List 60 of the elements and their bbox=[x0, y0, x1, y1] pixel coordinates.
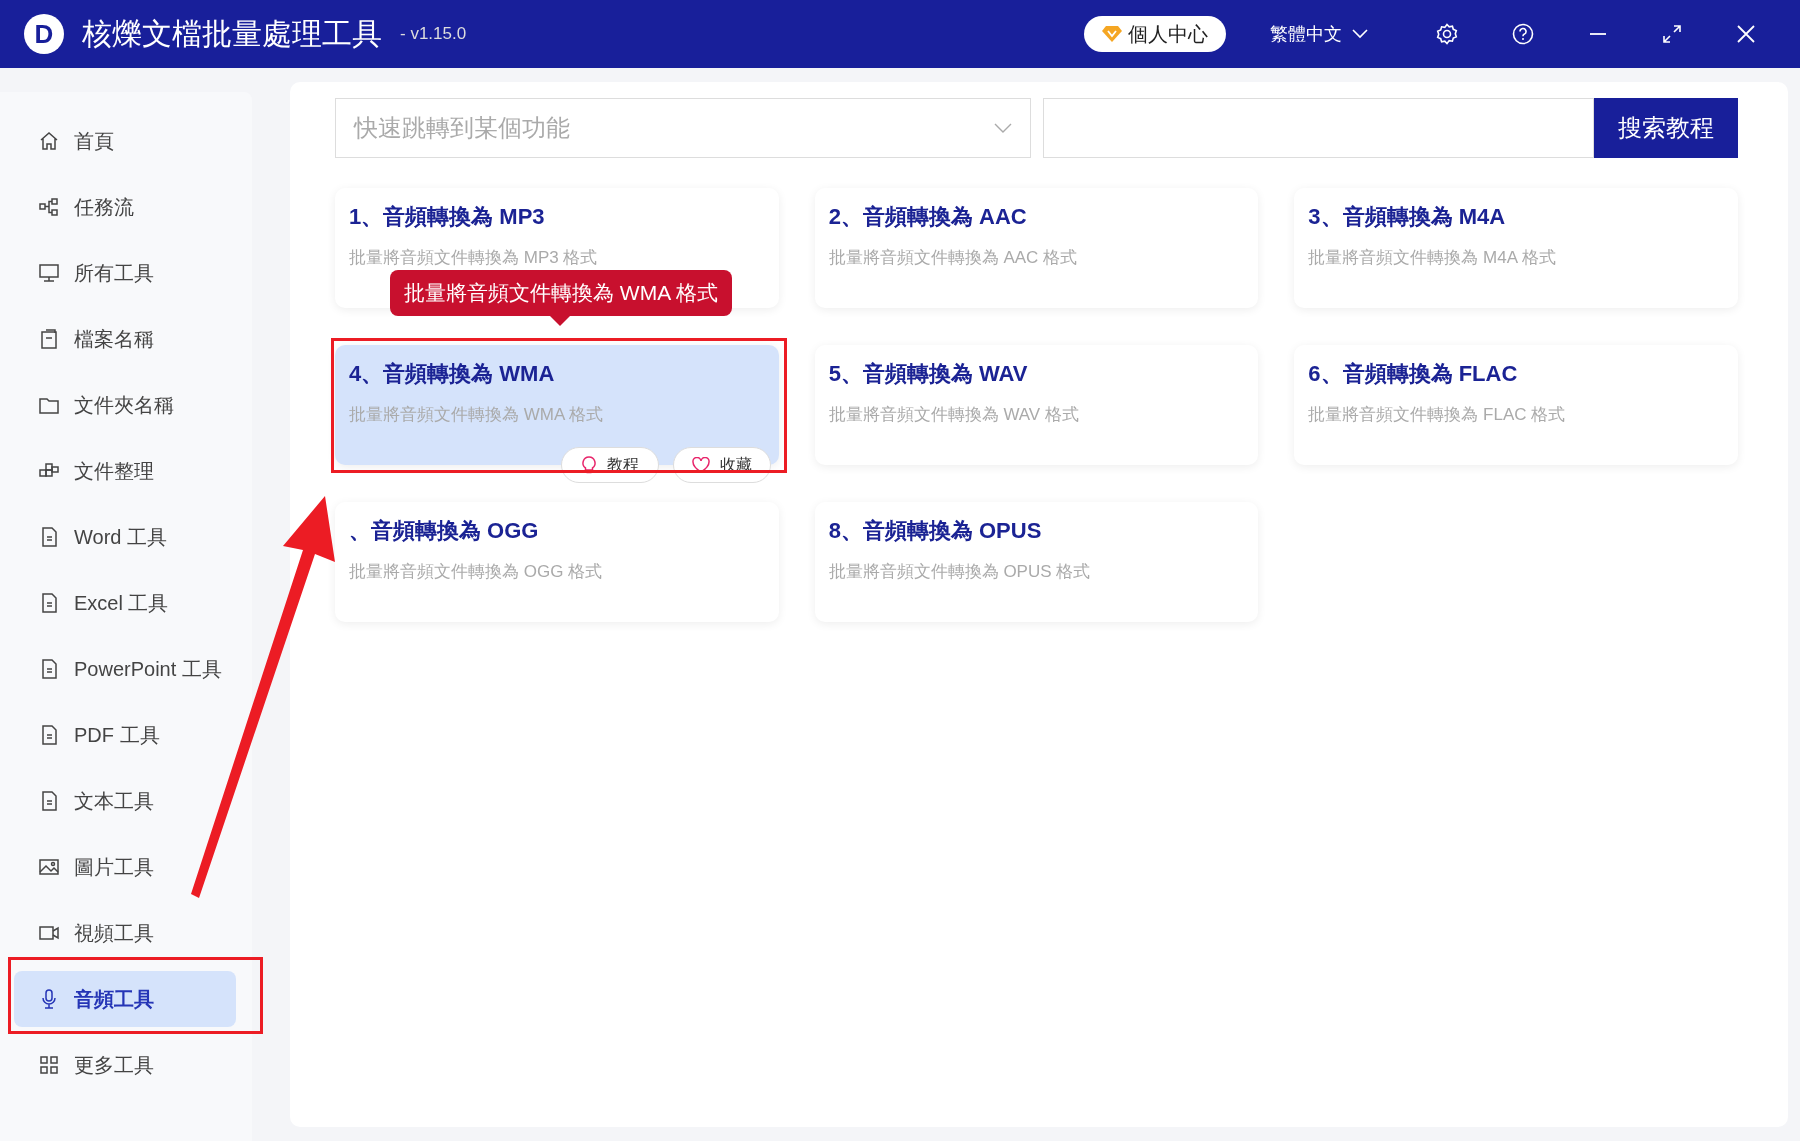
help-icon[interactable] bbox=[1512, 23, 1534, 45]
app-logo: D bbox=[24, 14, 64, 54]
home-icon bbox=[38, 130, 60, 152]
tool-card[interactable]: 、音頻轉換為 OGG 批量將音頻文件轉換為 OGG 格式 bbox=[335, 502, 779, 622]
card-title: 、音頻轉換為 OGG bbox=[349, 517, 539, 545]
card-title: 2、音頻轉換為 AAC bbox=[828, 203, 1027, 231]
card-title: 5、音頻轉換為 WAV bbox=[828, 360, 1028, 388]
tooltip: 批量將音頻文件轉換為 WMA 格式 bbox=[390, 270, 732, 316]
tooltip-pointer bbox=[550, 316, 570, 326]
card-title: 1、音頻轉換為 MP3 bbox=[349, 203, 545, 231]
card-description: 批量將音頻文件轉換為 AAC 格式 bbox=[828, 247, 1078, 269]
user-center-button[interactable]: 個人中心 bbox=[1084, 16, 1226, 52]
search-button[interactable]: 搜索教程 bbox=[1594, 98, 1738, 158]
card-description: 批量將音頻文件轉換為 OPUS 格式 bbox=[828, 561, 1091, 583]
search-field[interactable] bbox=[1043, 98, 1594, 158]
clipboard-icon bbox=[38, 328, 60, 350]
card-title: 8、音頻轉換為 OPUS bbox=[828, 517, 1042, 545]
monitor-icon bbox=[38, 262, 60, 284]
card-title: 4、音頻轉換為 WMA bbox=[349, 360, 555, 388]
language-dropdown[interactable]: 繁體中文 bbox=[1264, 21, 1374, 47]
card-title: 6、音頻轉換為 FLAC bbox=[1308, 360, 1518, 388]
sidebar-item[interactable]: 圖片工具 bbox=[14, 839, 236, 895]
window-title: 核爍文檔批量處理工具 bbox=[82, 15, 382, 52]
sidebar-item[interactable]: Excel 工具 bbox=[14, 575, 236, 631]
settings-icon[interactable] bbox=[1436, 23, 1458, 45]
sidebar-item[interactable]: 文本工具 bbox=[14, 773, 236, 829]
tool-card[interactable]: 2、音頻轉換為 AAC 批量將音頻文件轉換為 AAC 格式 bbox=[814, 188, 1259, 308]
diamond-icon bbox=[1102, 25, 1122, 43]
sidebar-item[interactable]: PDF 工具 bbox=[14, 707, 236, 763]
sidebar-item[interactable]: 任務流 bbox=[14, 179, 236, 235]
version-label: - v1.15.0 bbox=[400, 24, 467, 44]
card-description: 批量將音頻文件轉換為 MP3 格式 bbox=[349, 247, 598, 269]
sidebar-item[interactable]: 文件整理 bbox=[14, 443, 236, 499]
tool-card[interactable]: 3、音頻轉換為 M4A 批量將音頻文件轉換為 M4A 格式 bbox=[1294, 188, 1738, 308]
sidebar-item[interactable]: 音頻工具 bbox=[14, 971, 236, 1027]
sidebar-item[interactable]: 所有工具 bbox=[14, 245, 236, 301]
card-description: 批量將音頻文件轉換為 WAV 格式 bbox=[828, 404, 1079, 426]
card-description: 批量將音頻文件轉換為 FLAC 格式 bbox=[1308, 404, 1566, 426]
flowchart-icon bbox=[38, 196, 60, 218]
image-icon bbox=[38, 856, 60, 878]
card-title: 3、音頻轉換為 M4A bbox=[1308, 203, 1506, 231]
grid-icon bbox=[38, 1054, 60, 1076]
sidebar-item[interactable]: 視頻工具 bbox=[14, 905, 236, 961]
sidebar-item[interactable]: PowerPoint 工具 bbox=[14, 641, 236, 697]
card-description: 批量將音頻文件轉換為 OGG 格式 bbox=[349, 561, 603, 583]
tool-card[interactable]: 8、音頻轉換為 OPUS 批量將音頻文件轉換為 OPUS 格式 bbox=[814, 502, 1259, 622]
tool-card[interactable]: 5、音頻轉換為 WAV 批量將音頻文件轉換為 WAV 格式 bbox=[814, 345, 1259, 465]
tool-card[interactable]: 6、音頻轉換為 FLAC 批量將音頻文件轉換為 FLAC 格式 bbox=[1294, 345, 1738, 465]
chevron-down-icon bbox=[994, 123, 1012, 133]
sidebar-item[interactable]: 首頁 bbox=[14, 113, 236, 169]
chevron-down-icon bbox=[1352, 29, 1368, 39]
card-description: 批量將音頻文件轉換為 M4A 格式 bbox=[1308, 247, 1556, 269]
maximize-icon[interactable] bbox=[1662, 24, 1682, 44]
close-icon[interactable] bbox=[1736, 24, 1756, 44]
heart-icon bbox=[692, 457, 710, 473]
sidebar-item[interactable]: Word 工具 bbox=[14, 509, 236, 565]
card-description: 批量將音頻文件轉換為 WMA 格式 bbox=[349, 404, 604, 426]
sidebar-item[interactable]: 檔案名稱 bbox=[14, 311, 236, 367]
sidebar-item[interactable]: 更多工具 bbox=[14, 1037, 236, 1093]
sidebar-item[interactable]: 文件夾名稱 bbox=[14, 377, 236, 433]
